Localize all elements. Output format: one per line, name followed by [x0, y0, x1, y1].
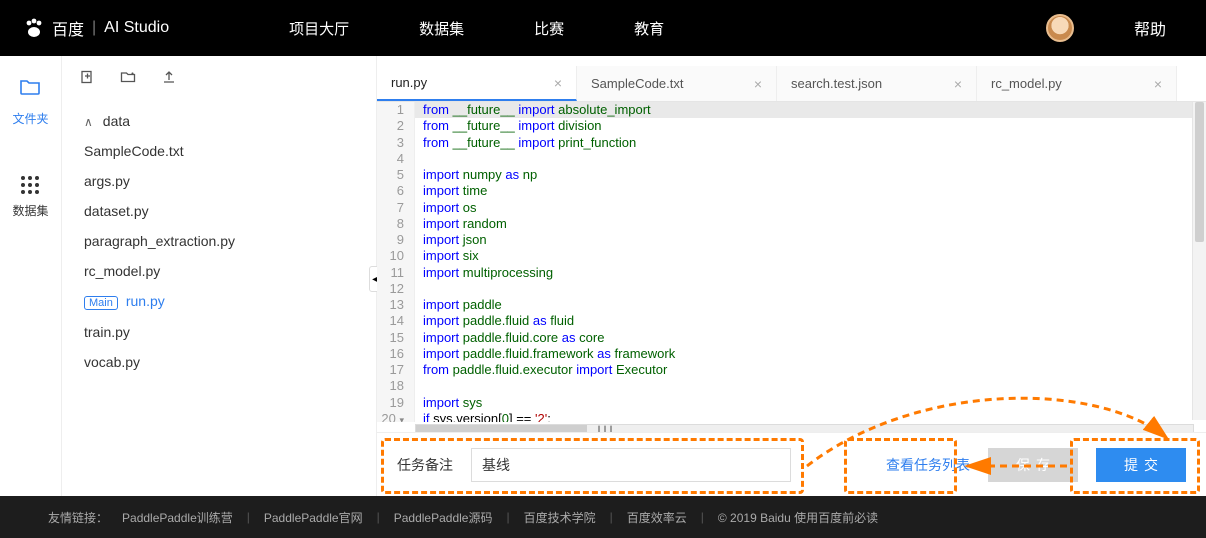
code-line: import time — [415, 183, 487, 199]
rail-datasets[interactable]: 数据集 — [12, 163, 48, 219]
file-vocab[interactable]: vocab.py — [80, 347, 364, 377]
brand-sep: | — [92, 19, 96, 37]
v-scrollbar[interactable] — [1192, 102, 1206, 420]
code-line: import paddle.fluid.framework as framewo… — [415, 346, 675, 362]
upload-icon[interactable] — [162, 70, 176, 87]
code-line — [415, 378, 423, 394]
code-line: import paddle.fluid as fluid — [415, 313, 574, 329]
footer-link-training[interactable]: PaddlePaddle训练营 — [122, 509, 233, 526]
nav-help[interactable]: 帮助 — [1134, 16, 1166, 40]
datasets-icon — [12, 163, 48, 194]
tab-rc-model[interactable]: rc_model.py × — [977, 66, 1177, 101]
close-icon[interactable]: × — [954, 76, 962, 92]
code-line: if sys.version[0] == '2': — [415, 411, 551, 422]
close-icon[interactable]: × — [1154, 76, 1162, 92]
footer-link-source[interactable]: PaddlePaddle源码 — [394, 509, 493, 526]
code-line: from __future__ import division — [415, 118, 602, 134]
footer-link-official[interactable]: PaddlePaddle官网 — [264, 509, 363, 526]
code-line: import multiprocessing — [415, 265, 553, 281]
tab-run-label: run.py — [391, 75, 427, 90]
tab-run[interactable]: run.py × — [377, 66, 577, 101]
actionbar: 任务备注 查看任务列表 保存 提交 — [377, 432, 1206, 496]
footer-label: 友情链接： — [48, 509, 108, 526]
footer-link-techcollege[interactable]: 百度技术学院 — [524, 509, 596, 526]
footer: 友情链接： PaddlePaddle训练营| PaddlePaddle官网| P… — [0, 496, 1206, 538]
topbar: 百度 | AI Studio 项目大厅 数据集 比赛 教育 帮助 — [0, 0, 1206, 56]
file-args[interactable]: args.py — [80, 166, 364, 196]
file-samplecode[interactable]: SampleCode.txt — [80, 136, 364, 166]
file-run[interactable]: Main run.py — [80, 286, 364, 317]
tabs: run.py × SampleCode.txt × search.test.json… — [377, 66, 1206, 102]
nav-hall[interactable]: 项目大厅 — [289, 18, 349, 39]
tab-rc-model-label: rc_model.py — [991, 76, 1062, 91]
logo[interactable]: 百度 | AI Studio — [0, 14, 169, 42]
code-line: from __future__ import print_function — [415, 135, 636, 151]
close-icon[interactable]: × — [554, 75, 562, 91]
nav: 项目大厅 数据集 比赛 教育 — [289, 18, 664, 39]
code-line: import os — [415, 200, 476, 216]
code-line — [415, 281, 423, 297]
nav-right: 帮助 — [1046, 14, 1206, 42]
code-line: import six — [415, 248, 479, 264]
brand-studio: AI Studio — [104, 19, 169, 37]
tab-search-json[interactable]: search.test.json × — [777, 66, 977, 101]
leftrail: 文件夹 数据集 — [0, 56, 62, 496]
file-train[interactable]: train.py — [80, 317, 364, 347]
code-line — [415, 151, 423, 167]
submit-button[interactable]: 提交 — [1096, 448, 1186, 482]
tab-samplecode[interactable]: SampleCode.txt × — [577, 66, 777, 101]
brand-baidu: 百度 — [52, 16, 84, 40]
avatar[interactable] — [1046, 14, 1074, 42]
main: 文件夹 数据集 data SampleCode.txt args.py data… — [0, 56, 1206, 496]
code-line: from paddle.fluid.executor import Execut… — [415, 362, 667, 378]
footer-link-efficiency[interactable]: 百度效率云 — [627, 509, 687, 526]
task-note-input[interactable] — [471, 448, 791, 482]
code-scroll: 1from __future__ import absolute_import … — [377, 102, 1206, 422]
main-badge: Main — [84, 296, 118, 310]
folder-data[interactable]: data — [80, 106, 364, 136]
file-paragraph-extraction[interactable]: paragraph_extraction.py — [80, 226, 364, 256]
save-button[interactable]: 保存 — [988, 448, 1078, 482]
footer-copyright: © 2019 Baidu 使用百度前必读 — [718, 509, 878, 526]
view-tasks-link[interactable]: 查看任务列表 — [886, 455, 970, 475]
tab-search-json-label: search.test.json — [791, 76, 882, 91]
new-file-icon[interactable] — [80, 70, 94, 87]
code-line: import paddle.fluid.core as core — [415, 330, 604, 346]
code-line: import json — [415, 232, 487, 248]
file-toolbar — [62, 56, 376, 100]
file-run-label: run.py — [126, 293, 165, 309]
code-line: import sys — [415, 395, 482, 411]
folder-icon — [12, 78, 48, 102]
nav-contest[interactable]: 比赛 — [534, 18, 564, 39]
rail-datasets-label: 数据集 — [12, 204, 48, 218]
baidu-paw-icon — [20, 14, 48, 42]
code-line: from __future__ import absolute_import — [415, 102, 651, 118]
rail-files[interactable]: 文件夹 — [12, 78, 48, 127]
task-note-label: 任务备注 — [397, 455, 453, 475]
filepanel: data SampleCode.txt args.py dataset.py p… — [62, 56, 377, 496]
file-rc-model[interactable]: rc_model.py — [80, 256, 364, 286]
nav-edu[interactable]: 教育 — [634, 18, 664, 39]
code-line: import numpy as np — [415, 167, 537, 183]
new-folder-icon[interactable] — [120, 70, 136, 87]
tab-samplecode-label: SampleCode.txt — [591, 76, 684, 91]
rail-files-label: 文件夹 — [12, 112, 48, 126]
file-dataset[interactable]: dataset.py — [80, 196, 364, 226]
filetree: data SampleCode.txt args.py dataset.py p… — [62, 100, 376, 377]
code-line: import random — [415, 216, 507, 232]
editor-col: ◀ run.py× SampleCode.txt× search.test.js… — [377, 56, 1206, 496]
nav-dataset[interactable]: 数据集 — [419, 18, 464, 39]
close-icon[interactable]: × — [754, 76, 762, 92]
code-line: import paddle — [415, 297, 502, 313]
